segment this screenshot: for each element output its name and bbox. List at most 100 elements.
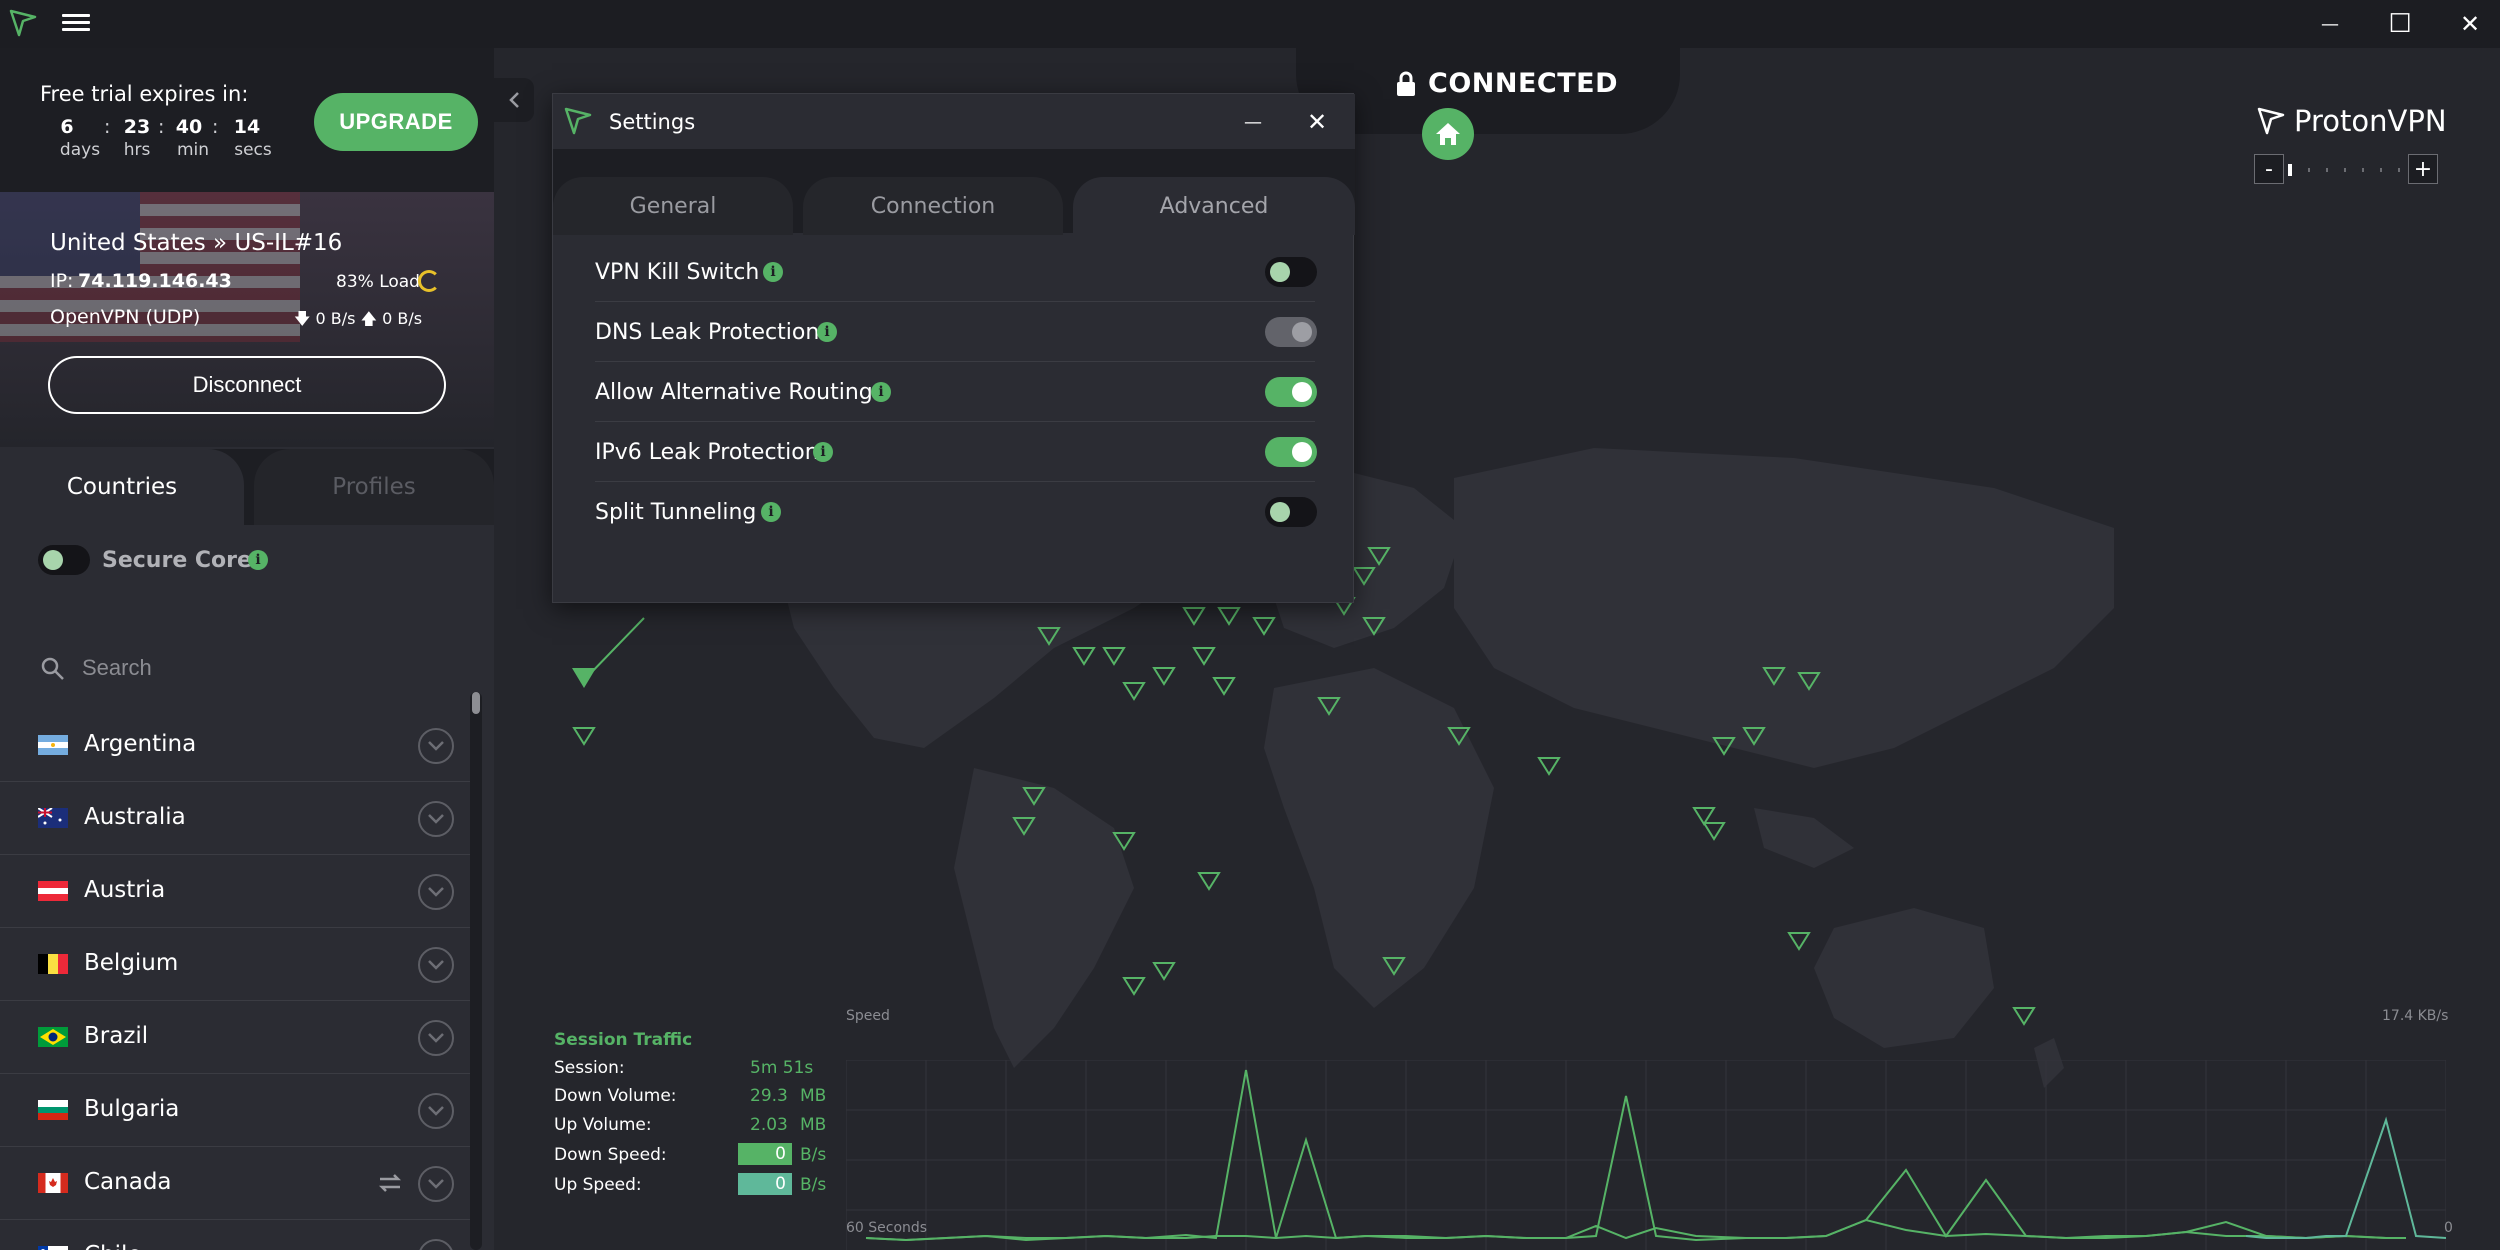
trial-separator: : [212, 116, 219, 138]
country-name: Canada [84, 1169, 172, 1195]
split-tunneling-toggle[interactable] [1265, 497, 1317, 527]
zoom-out-button[interactable]: - [2254, 154, 2284, 184]
load-ring-icon [418, 270, 440, 292]
country-row-belgium[interactable]: Belgium [0, 928, 470, 1001]
secure-core-toggle[interactable] [38, 545, 90, 575]
settings-dialog: Settings — ✕ General Connection Advanced… [552, 93, 1355, 603]
country-row-chile[interactable]: Chile [0, 1220, 470, 1250]
trial-min: 40 [175, 116, 203, 138]
search-row [0, 638, 494, 698]
chevron-down-icon [428, 887, 444, 897]
trial-panel: Free trial expires in: 6 days : 23 hrs :… [0, 48, 494, 192]
minimize-window-button[interactable]: — [2300, 6, 2360, 42]
info-icon[interactable]: i [817, 322, 837, 342]
alternative-routing-toggle[interactable] [1265, 377, 1317, 407]
ip-label: IP: [50, 270, 74, 292]
sidebar-tabs: Countries Profiles [0, 449, 494, 525]
setting-row-alternative-routing: Allow Alternative Routing i [595, 362, 1317, 422]
brand-name: ProtonVPN [2294, 104, 2447, 138]
ipv6-leak-toggle[interactable] [1265, 437, 1317, 467]
connected-server-marker[interactable] [572, 668, 596, 688]
scrollbar-thumb[interactable] [472, 692, 480, 714]
up-speed-value: 0 [738, 1173, 792, 1195]
expand-button[interactable] [418, 874, 454, 910]
tab-countries[interactable]: Countries [0, 449, 244, 525]
speed-chart [846, 1060, 2446, 1250]
country-row-brazil[interactable]: Brazil [0, 1001, 470, 1074]
server-name: United States » US-IL#16 [50, 230, 343, 256]
session-traffic-title: Session Traffic [554, 1030, 693, 1050]
chevron-down-icon [428, 960, 444, 970]
settings-close-button[interactable]: ✕ [1297, 102, 1337, 142]
down-volume-unit: MB [800, 1086, 827, 1106]
info-icon[interactable]: i [871, 382, 891, 402]
collapse-sidebar-button[interactable] [494, 78, 534, 122]
country-row-austria[interactable]: Austria [0, 855, 470, 928]
chevron-down-icon [428, 741, 444, 751]
country-row-argentina[interactable]: Argentina [0, 709, 470, 782]
hamburger-menu-icon[interactable] [62, 10, 90, 36]
expand-button[interactable] [418, 728, 454, 764]
chevron-down-icon [428, 814, 444, 824]
down-speed-value: 0 [738, 1143, 792, 1165]
expand-button[interactable] [418, 1093, 454, 1129]
country-row-australia[interactable]: Australia [0, 782, 470, 855]
zoom-slider[interactable] [2288, 160, 2404, 178]
connection-status: CONNECTED [1428, 68, 1618, 99]
flag-argentina-icon [38, 735, 68, 755]
info-icon[interactable]: i [763, 262, 783, 282]
upgrade-button[interactable]: UPGRADE [314, 93, 478, 151]
zoom-in-button[interactable]: + [2408, 154, 2438, 184]
tab-advanced[interactable]: Advanced [1073, 177, 1355, 235]
country-row-canada[interactable]: Canada [0, 1147, 470, 1220]
disconnect-button[interactable]: Disconnect [48, 356, 446, 414]
close-icon: ✕ [2459, 10, 2481, 38]
info-icon[interactable]: i [761, 502, 781, 522]
minimize-icon: — [2321, 13, 2339, 35]
close-window-button[interactable]: ✕ [2440, 6, 2500, 42]
info-icon[interactable]: i [248, 550, 268, 570]
proton-logo-icon [564, 107, 592, 135]
chevron-left-icon [509, 92, 519, 108]
expand-button[interactable] [418, 801, 454, 837]
expand-button[interactable] [418, 1020, 454, 1056]
tab-general[interactable]: General [553, 177, 793, 235]
expand-button[interactable] [418, 1239, 454, 1250]
setting-label: IPv6 Leak Protection [595, 440, 819, 465]
up-speed-label: Up Speed: [554, 1175, 642, 1195]
setting-label: VPN Kill Switch [595, 260, 760, 285]
trial-secs: 14 [233, 116, 261, 138]
setting-label: Allow Alternative Routing [595, 380, 873, 405]
lock-icon [1397, 71, 1415, 96]
country-row-bulgaria[interactable]: Bulgaria [0, 1074, 470, 1147]
home-location-marker[interactable] [1422, 108, 1474, 160]
up-volume-unit: MB [800, 1115, 827, 1135]
maximize-window-button[interactable]: ☐ [2370, 6, 2430, 42]
flag-austria-icon [38, 881, 68, 901]
settings-tabs: General Connection Advanced [553, 149, 1355, 235]
search-input[interactable] [82, 648, 462, 688]
trial-hrs-label: hrs [123, 140, 151, 160]
country-name: Austria [84, 877, 166, 903]
info-icon[interactable]: i [813, 442, 833, 462]
down-volume-value: 29.3 [750, 1086, 788, 1106]
flag-chile-icon [38, 1246, 68, 1250]
country-name: Belgium [84, 950, 179, 976]
trial-min-label: min [176, 140, 210, 160]
expand-button[interactable] [418, 1166, 454, 1202]
tab-profiles[interactable]: Profiles [254, 449, 494, 525]
country-list-scrollbar[interactable] [470, 692, 482, 1250]
down-speed-unit: B/s [800, 1145, 827, 1165]
flag-canada-icon [38, 1173, 68, 1193]
tab-connection[interactable]: Connection [803, 177, 1063, 235]
chart-max-label: 17.4 KB/s [2382, 1008, 2449, 1024]
country-name: Australia [84, 804, 186, 830]
up-volume-value: 2.03 [750, 1115, 788, 1135]
session-label: Session: [554, 1058, 625, 1078]
expand-button[interactable] [418, 947, 454, 983]
flag-australia-icon [38, 808, 68, 828]
kill-switch-toggle[interactable] [1265, 257, 1317, 287]
settings-minimize-button[interactable]: — [1233, 104, 1273, 140]
dns-leak-toggle[interactable] [1265, 317, 1317, 347]
flag-brazil-icon [38, 1027, 68, 1047]
